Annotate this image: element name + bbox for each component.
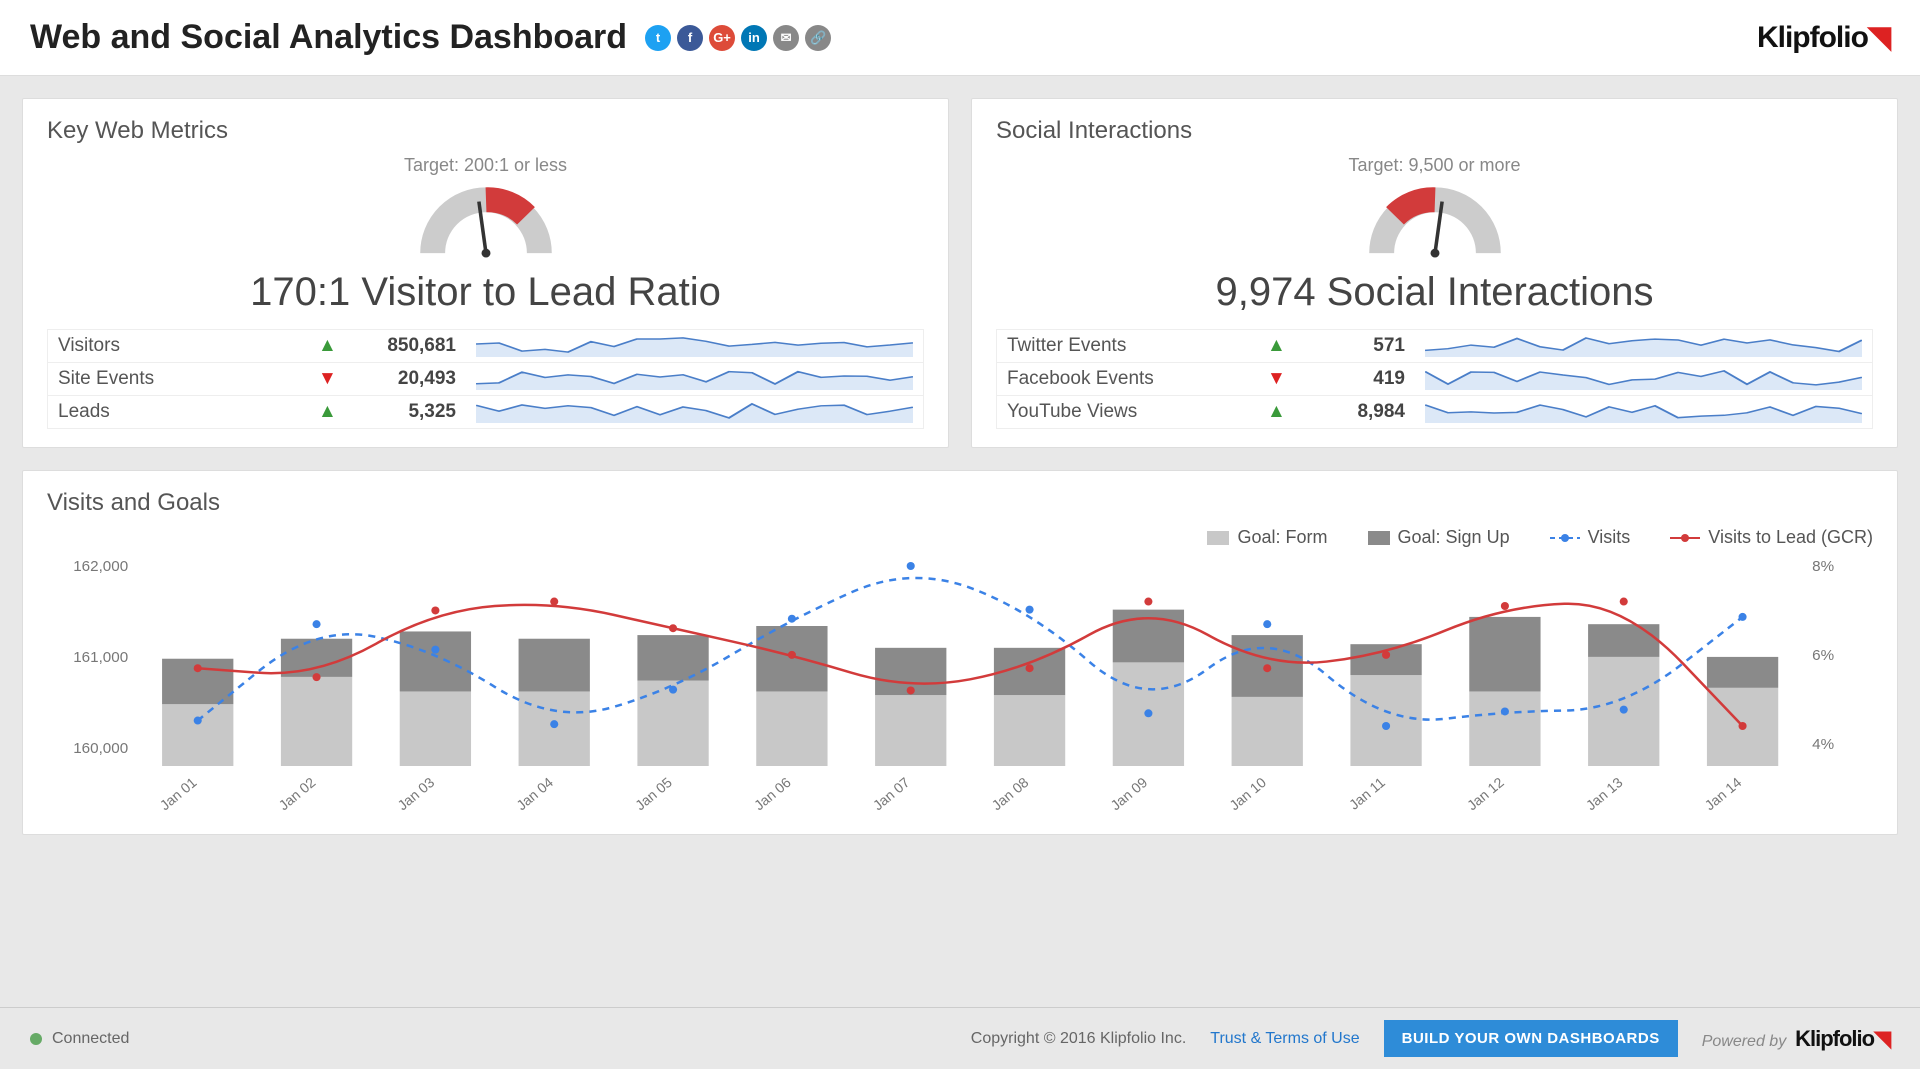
svg-text:160,000: 160,000: [73, 740, 128, 757]
key-web-metrics-card: Key Web Metrics Target: 200:1 or less 17…: [22, 98, 949, 448]
header: Web and Social Analytics Dashboard t f G…: [0, 0, 1920, 76]
metric-row: Visitors ▲ 850,681: [47, 329, 924, 363]
sparkline: [1425, 399, 1862, 425]
sparkline: [1425, 366, 1862, 392]
metric-value: 419: [1295, 368, 1405, 390]
twitter-icon[interactable]: t: [645, 25, 671, 51]
sparkline: [476, 399, 913, 425]
sparkline: [476, 366, 913, 392]
facebook-icon[interactable]: f: [677, 25, 703, 51]
legend-goal-signup: Goal: Sign Up: [1368, 527, 1510, 548]
svg-text:Jan 11: Jan 11: [1346, 774, 1388, 813]
svg-text:Jan 12: Jan 12: [1464, 774, 1507, 813]
metric-label: YouTube Views: [1007, 401, 1257, 423]
svg-text:Jan 08: Jan 08: [988, 774, 1031, 813]
share-icons: t f G+ in ✉ 🔗: [645, 25, 831, 51]
legend-visits: Visits: [1550, 527, 1631, 548]
footer: Connected Copyright © 2016 Klipfolio Inc…: [0, 1007, 1920, 1069]
visits-goals-card: Visits and Goals Goal: Form Goal: Sign U…: [22, 470, 1898, 835]
metric-value: 20,493: [346, 368, 456, 390]
metric-label: Twitter Events: [1007, 335, 1257, 357]
trend-down-icon: ▼: [1267, 368, 1286, 389]
cta-button[interactable]: BUILD YOUR OWN DASHBOARDS: [1384, 1020, 1678, 1057]
svg-text:Jan 14: Jan 14: [1701, 774, 1744, 813]
svg-text:Jan 04: Jan 04: [513, 774, 556, 813]
svg-text:Jan 05: Jan 05: [632, 774, 675, 813]
metric-row: Site Events ▼ 20,493: [47, 363, 924, 396]
sparkline: [1425, 333, 1862, 359]
metric-rows: Twitter Events ▲ 571 Facebook Events ▼ 4…: [996, 329, 1873, 429]
brand-logo: Klipfolio◥: [1757, 20, 1890, 55]
trend-down-icon: ▼: [318, 368, 337, 389]
connection-status-icon: [30, 1033, 42, 1045]
svg-text:6%: 6%: [1812, 647, 1834, 664]
metric-label: Facebook Events: [1007, 368, 1257, 390]
svg-text:Jan 07: Jan 07: [870, 774, 913, 813]
card-title: Visits and Goals: [47, 489, 1873, 517]
svg-text:Jan 03: Jan 03: [394, 774, 437, 813]
legend-gcr: Visits to Lead (GCR): [1670, 527, 1873, 548]
link-icon[interactable]: 🔗: [805, 25, 831, 51]
svg-text:Jan 06: Jan 06: [751, 774, 794, 813]
gauge-target: Target: 200:1 or less: [47, 155, 924, 176]
gauge-target: Target: 9,500 or more: [996, 155, 1873, 176]
svg-text:Jan 10: Jan 10: [1226, 774, 1269, 813]
svg-text:Jan 02: Jan 02: [275, 774, 318, 813]
metric-label: Site Events: [58, 368, 308, 390]
terms-link[interactable]: Trust & Terms of Use: [1210, 1030, 1359, 1048]
metric-value: 850,681: [346, 335, 456, 357]
chart-legend: Goal: Form Goal: Sign Up Visits Visits t…: [47, 527, 1873, 548]
email-icon[interactable]: ✉: [773, 25, 799, 51]
trend-up-icon: ▲: [1267, 401, 1286, 422]
svg-text:161,000: 161,000: [73, 649, 128, 666]
gauge-social: [996, 182, 1873, 262]
svg-text:Jan 01: Jan 01: [157, 774, 200, 813]
metric-rows: Visitors ▲ 850,681 Site Events ▼ 20,493 …: [47, 329, 924, 429]
headline-metric: 9,974 Social Interactions: [996, 270, 1873, 315]
metric-value: 571: [1295, 335, 1405, 357]
metric-value: 5,325: [346, 401, 456, 423]
metric-row: Twitter Events ▲ 571: [996, 329, 1873, 363]
metric-label: Visitors: [58, 335, 308, 357]
sparkline: [476, 333, 913, 359]
google-plus-icon[interactable]: G+: [709, 25, 735, 51]
page-title: Web and Social Analytics Dashboard: [30, 18, 627, 57]
gauge-kwm: [47, 182, 924, 262]
connection-status: Connected: [52, 1030, 129, 1048]
trend-up-icon: ▲: [1267, 335, 1286, 356]
powered-by: Powered by Klipfolio◥: [1702, 1026, 1890, 1052]
legend-goal-form: Goal: Form: [1207, 527, 1327, 548]
visits-goals-chart: 160,000 161,000 162,000 4% 6% 8% Jan 01 Jan 02 J…: [47, 556, 1873, 816]
svg-text:8%: 8%: [1812, 558, 1834, 575]
card-title: Social Interactions: [996, 117, 1873, 145]
headline-metric: 170:1 Visitor to Lead Ratio: [47, 270, 924, 315]
svg-text:4%: 4%: [1812, 736, 1834, 753]
svg-text:162,000: 162,000: [73, 558, 128, 575]
card-title: Key Web Metrics: [47, 117, 924, 145]
metric-row: Facebook Events ▼ 419: [996, 363, 1873, 396]
trend-up-icon: ▲: [318, 401, 337, 422]
linkedin-icon[interactable]: in: [741, 25, 767, 51]
metric-value: 8,984: [1295, 401, 1405, 423]
copyright: Copyright © 2016 Klipfolio Inc.: [971, 1030, 1186, 1048]
metric-label: Leads: [58, 401, 308, 423]
svg-text:Jan 09: Jan 09: [1107, 774, 1150, 813]
svg-text:Jan 13: Jan 13: [1583, 774, 1626, 813]
social-interactions-card: Social Interactions Target: 9,500 or mor…: [971, 98, 1898, 448]
metric-row: Leads ▲ 5,325: [47, 396, 924, 429]
trend-up-icon: ▲: [318, 335, 337, 356]
metric-row: YouTube Views ▲ 8,984: [996, 396, 1873, 429]
